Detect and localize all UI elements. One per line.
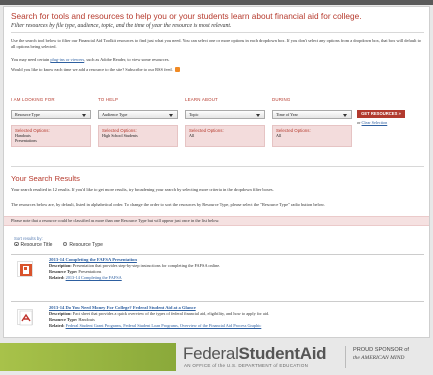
chevron-down-icon (256, 114, 260, 117)
resource-related: Related: 2013-14 Completing the FAFSA (49, 275, 122, 280)
topic-dropdown[interactable]: Topic (185, 110, 265, 119)
time-of-year-dropdown[interactable]: Time of Year (272, 110, 352, 119)
sort-by-title-radio[interactable]: Resource Title (14, 241, 52, 248)
results-summary: Your search resulted in 12 results. If y… (11, 187, 274, 192)
resource-description: Description: Presentation that provides … (49, 263, 221, 268)
resource-search-panel: Search for tools and resources to help y… (3, 6, 430, 338)
resource-type: Resource Type: Handouts (49, 317, 95, 322)
top-bar (0, 0, 433, 5)
filter-heading: I AM LOOKING FOR (11, 97, 55, 102)
pdf-icon (17, 309, 33, 326)
federal-student-aid-logo: FederalStudentAid (183, 344, 327, 363)
footer-green-band (0, 343, 176, 371)
chevron-down-icon (82, 114, 86, 117)
results-order-note: The resources below are, by default, lis… (11, 202, 325, 207)
filter-heading: LEARN ABOUT (185, 97, 218, 102)
filter-bar: I AM LOOKING FOR Resource Type Selected … (11, 97, 424, 160)
selected-options: Selected Options: Handouts Presentations (11, 125, 91, 147)
list-item: 2013-14 Do You Need Money For College? F… (11, 301, 424, 337)
results-warning: Please note that a resource could be cla… (4, 216, 429, 226)
results-title: Your Search Results (11, 174, 80, 183)
filter-resource-type: I AM LOOKING FOR Resource Type Selected … (11, 97, 91, 147)
logo-tagline: AN OFFICE of the U.S. DEPARTMENT of EDUC… (184, 363, 309, 368)
resource-type-dropdown[interactable]: Resource Type (11, 110, 91, 119)
resource-title-link[interactable]: 2013-14 Do You Need Money For College? F… (49, 305, 196, 310)
resource-type: Resource Type: Presentations (49, 269, 102, 274)
filter-topic: LEARN ABOUT Topic Selected Options: All (185, 97, 265, 147)
sponsor-text: PROUD SPONSOR of the AMERICAN MIND (353, 347, 409, 361)
related-link[interactable]: 2013-14 Completing the FAFSA (66, 275, 122, 280)
resource-title-link[interactable]: 2013-14 Completing the FAFSA Presentatio… (49, 257, 137, 262)
radio-icon (62, 241, 68, 247)
filter-heading: TO HELP (98, 97, 119, 102)
chevron-down-icon (169, 114, 173, 117)
page-title: Search for tools and resources to help y… (11, 11, 362, 21)
plugins-text: You may need certain plug-ins or viewers… (11, 57, 170, 62)
rss-text: Would you like to know each time we add … (11, 67, 423, 73)
filter-heading: DURING (272, 97, 291, 102)
chevron-down-icon (343, 114, 347, 117)
powerpoint-icon (17, 261, 33, 277)
intro-text: Use the search tool below to filter our … (11, 38, 421, 49)
resource-description: Description: Fact sheet that provides a … (49, 311, 270, 316)
audience-type-dropdown[interactable]: Audience Type (98, 110, 178, 119)
selected-options: Selected Options: All (272, 125, 352, 147)
page-subtitle: Filter resources by file type, audience,… (11, 23, 232, 29)
filter-audience: TO HELP Audience Type Selected Options: … (98, 97, 178, 147)
radio-icon (14, 241, 19, 247)
selected-options: Selected Options: All (185, 125, 265, 147)
divider (11, 32, 424, 33)
selected-options: Selected Options: High School Students (98, 125, 178, 147)
resource-related: Related: Federal Student Grant Programs,… (49, 323, 262, 328)
plugins-link[interactable]: plug-ins or viewers (50, 57, 84, 62)
divider (11, 301, 424, 302)
divider (11, 166, 424, 167)
sort-by-type-radio[interactable]: Resource Type (62, 241, 103, 248)
sort-label: Sort results by: (14, 236, 43, 241)
clear-selection: or Clear Selection (357, 120, 388, 125)
divider (345, 346, 346, 368)
get-resources-button[interactable]: GET RESOURCES » (357, 110, 405, 118)
rss-icon[interactable] (174, 67, 180, 73)
related-link[interactable]: Federal Student Grant Programs, Federal … (66, 323, 262, 328)
list-item: 2013-14 Completing the FAFSA Presentatio… (11, 254, 424, 301)
sort-options: Resource Title Resource Type (14, 241, 103, 248)
filter-time-of-year: DURING Time of Year Selected Options: Al… (272, 97, 352, 147)
divider (11, 254, 424, 255)
clear-selection-link[interactable]: Clear Selection (362, 120, 388, 125)
